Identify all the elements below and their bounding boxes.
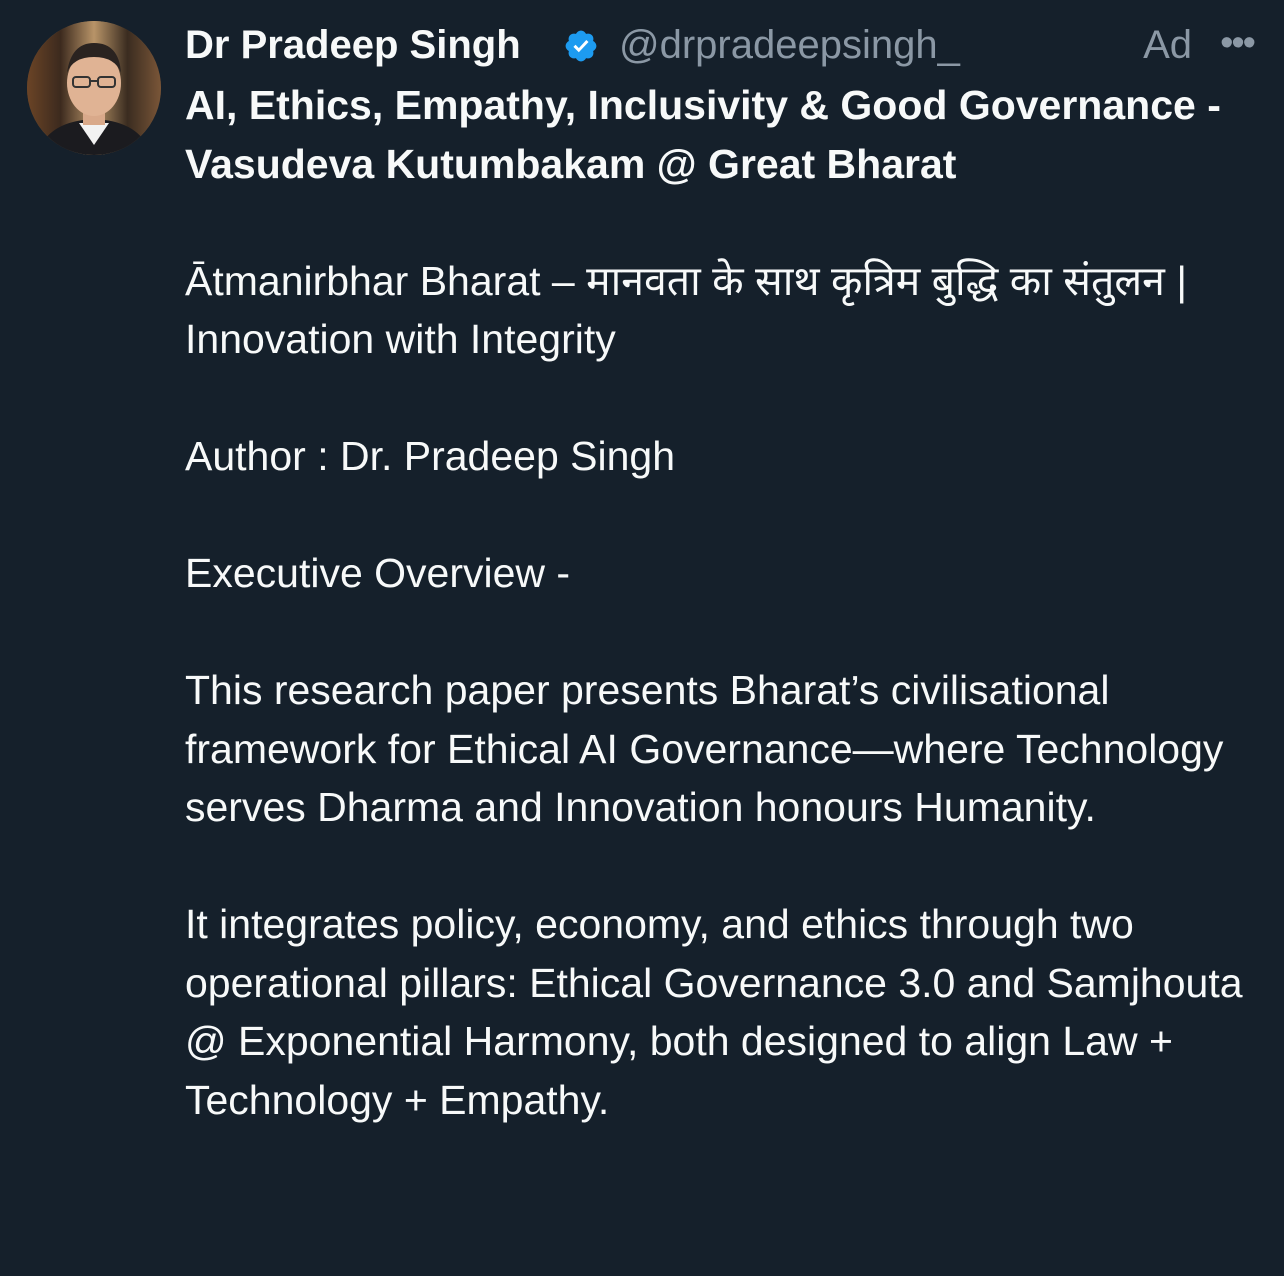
verified-badge-icon[interactable] xyxy=(563,28,599,64)
author-name[interactable]: Dr Pradeep Singh xyxy=(185,14,521,76)
post-title: AI, Ethics, Empathy, Inclusivity & Good … xyxy=(185,82,1221,187)
post-paragraph: This research paper presents Bharat’s ci… xyxy=(185,667,1224,830)
author-handle[interactable]: @drpradeepsingh_ xyxy=(619,14,960,76)
post-paragraph: Ātmanirbhar Bharat – मानवता के साथ कृत्र… xyxy=(185,257,1187,363)
post-paragraph: Executive Overview - xyxy=(185,550,571,596)
post-header: Dr Pradeep Singh @drpradeepsingh_ Ad ••• xyxy=(185,14,1256,76)
avatar-image xyxy=(27,21,161,155)
post-paragraph: Author : Dr. Pradeep Singh xyxy=(185,433,676,479)
ad-label: Ad xyxy=(1143,23,1192,67)
avatar[interactable] xyxy=(27,21,161,155)
post-body: AI, Ethics, Empathy, Inclusivity & Good … xyxy=(185,76,1265,1129)
more-horizontal-icon[interactable]: ••• xyxy=(1220,14,1256,72)
post-paragraph: It integrates policy, economy, and ethic… xyxy=(185,901,1243,1123)
